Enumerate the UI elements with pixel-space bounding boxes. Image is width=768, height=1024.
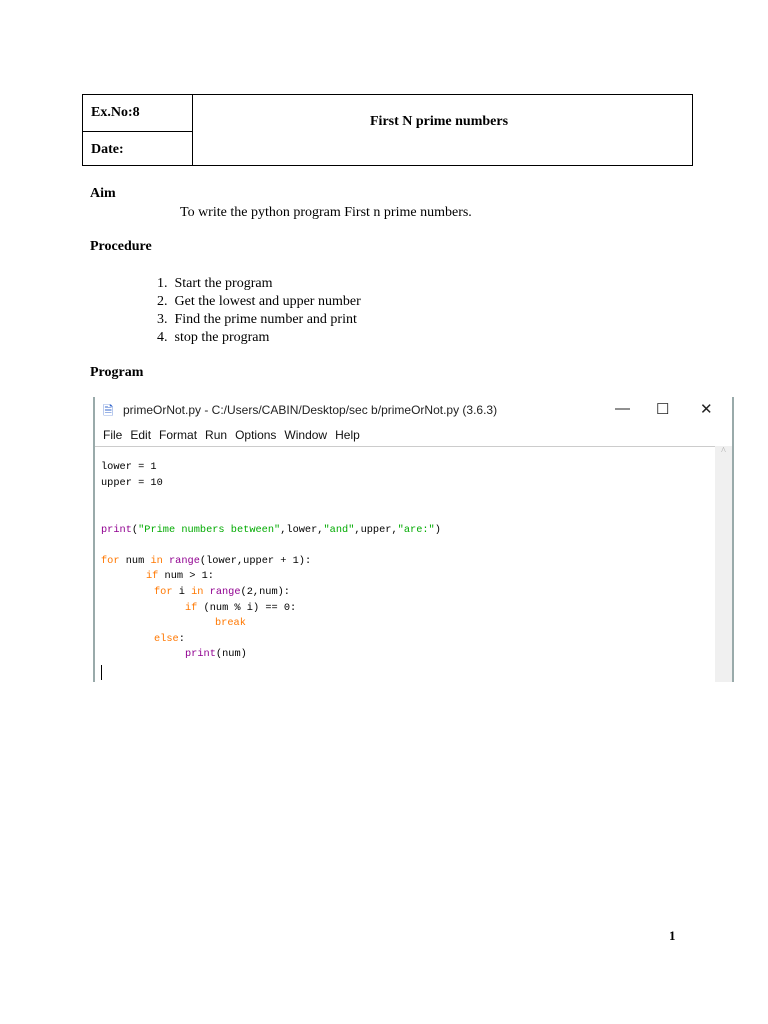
window-title: primeOrNot.py - C:/Users/CABIN/Desktop/s…	[123, 403, 498, 417]
date-label: Date:	[91, 142, 124, 157]
code-line: upper = 10	[101, 477, 163, 489]
menu-bar: File Edit Format Run Options Window Help	[103, 428, 368, 442]
code-line: else:	[154, 633, 185, 645]
menu-edit: Edit	[130, 428, 152, 442]
code-line: break	[215, 617, 246, 629]
maximize-icon: ☐	[656, 401, 670, 418]
vertical-scrollbar: ^	[715, 446, 732, 682]
menu-options: Options	[235, 428, 277, 442]
exercise-number: Ex.No:8	[91, 105, 140, 120]
menu-window: Window	[284, 428, 328, 442]
aim-text: To write the python program First n prim…	[180, 205, 472, 220]
menu-file: File	[103, 428, 123, 442]
page-number: 1	[669, 928, 676, 943]
code-line: print(num)	[185, 648, 247, 660]
code-line: for i in range(2,num):	[154, 586, 290, 598]
file-icon: 🗎	[103, 403, 114, 418]
program-heading: Program	[90, 365, 144, 380]
code-line: if num > 1:	[146, 570, 214, 582]
text-cursor	[101, 665, 102, 680]
idle-editor-screenshot: 🗎 primeOrNot.py - C:/Users/CABIN/Desktop…	[93, 397, 734, 682]
code-line: print("Prime numbers between",lower,"and…	[101, 524, 441, 536]
procedure-step: 3. Find the prime number and print	[157, 312, 357, 327]
close-icon: ✕	[700, 401, 713, 418]
code-line: for num in range(lower,upper + 1):	[101, 555, 312, 567]
aim-heading: Aim	[90, 186, 116, 201]
document-title: First N prime numbers	[370, 114, 509, 129]
header-table: Ex.No:8 Date: First N prime numbers	[82, 94, 693, 166]
procedure-heading: Procedure	[90, 239, 152, 254]
procedure-step: 2. Get the lowest and upper number	[157, 294, 361, 309]
code-editor: lower = 1 upper = 10 print("Prime number…	[95, 446, 715, 683]
code-line: if (num % i) == 0:	[185, 602, 297, 614]
code-line: lower = 1	[101, 461, 157, 473]
document-page: Ex.No:8 Date: First N prime numbers Aim …	[0, 0, 768, 1024]
procedure-step: 4. stop the program	[157, 330, 270, 345]
minimize-icon: —	[615, 400, 630, 417]
menu-format: Format	[159, 428, 198, 442]
procedure-step: 1. Start the program	[157, 276, 273, 291]
menu-run: Run	[205, 428, 228, 442]
menu-help: Help	[335, 428, 360, 442]
